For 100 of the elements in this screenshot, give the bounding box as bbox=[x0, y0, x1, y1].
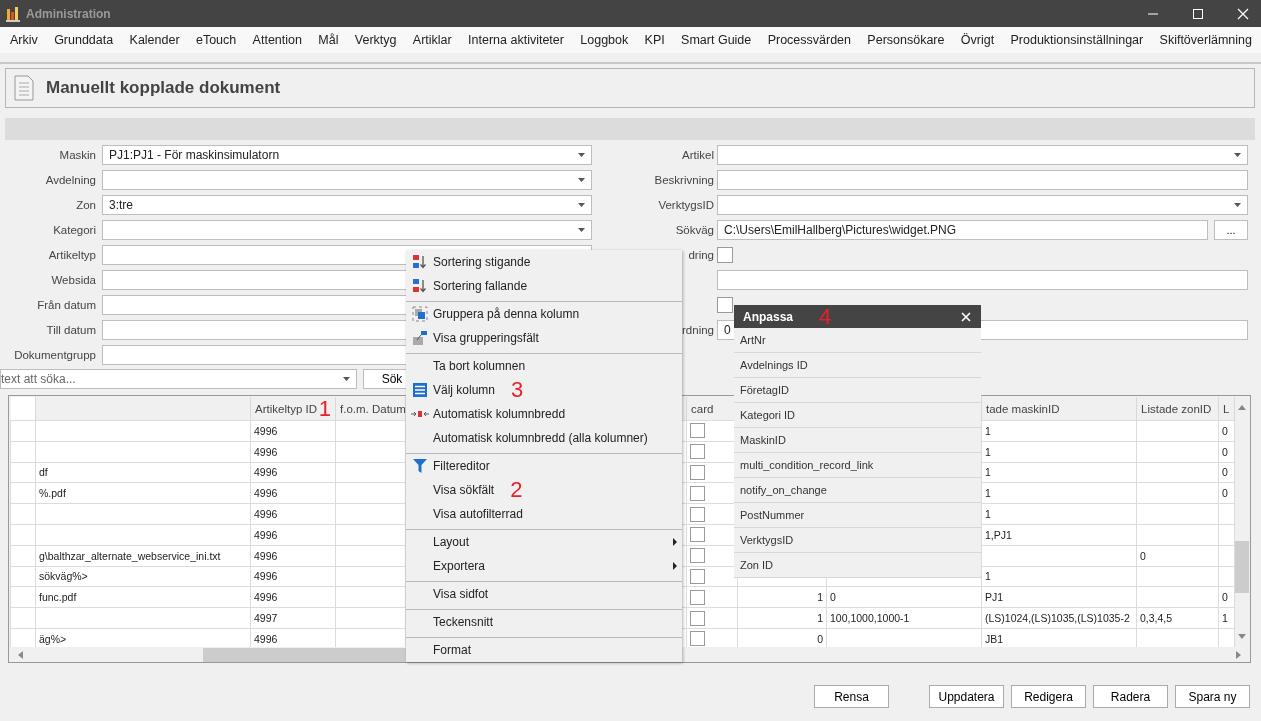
browse-button[interactable]: ... bbox=[1214, 219, 1248, 240]
checkbox[interactable] bbox=[717, 296, 733, 313]
menu-item[interactable]: Visa sökfält 2 bbox=[406, 478, 682, 502]
column-list-item[interactable]: VerktygsID bbox=[734, 528, 981, 553]
group-panel-icon bbox=[411, 330, 428, 346]
menu-item[interactable]: Teckensnitt bbox=[406, 610, 682, 634]
checkbox[interactable] bbox=[690, 485, 705, 501]
menu-item[interactable]: Interna aktiviteter bbox=[465, 33, 567, 47]
menu-item[interactable]: Filtereditor bbox=[406, 454, 682, 478]
menu-item[interactable]: Automatisk kolumnbredd bbox=[406, 402, 682, 426]
checkbox[interactable] bbox=[690, 423, 705, 439]
scrollbar-thumb[interactable] bbox=[1235, 541, 1249, 593]
checkbox[interactable] bbox=[690, 444, 705, 460]
column-list-item[interactable]: ArtNr bbox=[734, 328, 981, 353]
input-field[interactable]: C:\Users\EmilHallberg\Pictures\widget.PNG bbox=[717, 219, 1208, 240]
checkbox[interactable] bbox=[690, 610, 705, 626]
menu-item[interactable]: Produktionsinställningar bbox=[1007, 33, 1147, 47]
scroll-down-icon[interactable] bbox=[1238, 634, 1246, 639]
menu-item[interactable]: KPI bbox=[641, 33, 668, 47]
caret-icon bbox=[578, 202, 585, 207]
checkbox[interactable] bbox=[690, 568, 705, 584]
column-header[interactable]: tade maskinID bbox=[981, 397, 1137, 421]
scroll-left-icon[interactable] bbox=[18, 651, 23, 659]
checkbox[interactable] bbox=[690, 465, 705, 480]
field-label: Zon bbox=[75, 198, 97, 211]
action-button[interactable]: Spara ny bbox=[1175, 685, 1250, 708]
checkbox[interactable] bbox=[690, 631, 705, 647]
caret-icon bbox=[1234, 152, 1241, 157]
checkbox[interactable] bbox=[690, 527, 705, 543]
menu-item[interactable]: Layout bbox=[406, 530, 682, 554]
column-list-item[interactable]: multi_condition_record_link bbox=[734, 453, 981, 478]
maximize-icon[interactable] bbox=[1192, 7, 1204, 20]
menu-item[interactable]: eTouch bbox=[192, 33, 240, 47]
menu-item[interactable]: Visa sidfot bbox=[406, 582, 682, 606]
scroll-up-icon[interactable] bbox=[1238, 405, 1246, 410]
menu-item[interactable]: Artiklar bbox=[409, 33, 455, 47]
table-cell: 4996 bbox=[254, 632, 278, 645]
menu-item[interactable]: Loggbok bbox=[577, 33, 632, 47]
column-list-item[interactable]: Avdelnings ID bbox=[734, 353, 981, 378]
checkbox[interactable] bbox=[690, 589, 705, 605]
field-label: Beskrivning bbox=[653, 173, 715, 186]
table-cell: %.pdf bbox=[39, 487, 66, 500]
menu-item[interactable]: Attention bbox=[249, 33, 305, 47]
menu-item[interactable]: Grunddata bbox=[51, 33, 117, 47]
menu-item[interactable]: Verktyg bbox=[351, 33, 400, 47]
column-list-item[interactable]: Zon ID bbox=[734, 553, 981, 578]
table-cell: 1 bbox=[817, 591, 823, 604]
action-button[interactable]: Uppdatera bbox=[929, 685, 1004, 708]
caret-icon bbox=[343, 377, 350, 381]
field-label: Avdelning bbox=[44, 173, 97, 186]
menu-item[interactable]: Arkiv bbox=[7, 33, 41, 47]
menu-item[interactable]: Sortering stigande bbox=[406, 250, 682, 274]
column-list-item[interactable]: Kategori ID bbox=[734, 403, 981, 428]
checkbox[interactable] bbox=[690, 506, 705, 522]
close-icon[interactable] bbox=[961, 311, 971, 322]
column-list-item[interactable]: PostNummer bbox=[734, 503, 981, 528]
field-label: Till datum bbox=[45, 323, 97, 336]
menu-item[interactable]: Processvärden bbox=[764, 33, 854, 47]
search-field[interactable]: text att söka... bbox=[0, 369, 357, 389]
action-button[interactable]: Rensa bbox=[814, 685, 889, 708]
close-icon[interactable] bbox=[1237, 7, 1249, 20]
field-label: Dokumentgrupp bbox=[13, 348, 97, 361]
column-list-item[interactable]: MaskinID bbox=[734, 428, 981, 453]
menu-item[interactable]: Personsökare bbox=[864, 33, 948, 47]
caret-icon bbox=[1234, 202, 1241, 207]
dropdown-field[interactable] bbox=[102, 219, 592, 240]
menu-item[interactable]: Automatisk kolumnbredd (alla kolumner) bbox=[406, 426, 682, 450]
dropdown-field[interactable] bbox=[102, 169, 592, 190]
input-field[interactable] bbox=[717, 169, 1248, 190]
menu-item[interactable]: Skiftöverlämning bbox=[1156, 33, 1255, 47]
input-field[interactable] bbox=[717, 269, 1248, 290]
column-header[interactable]: Listade zonID bbox=[1136, 397, 1219, 421]
menu-item[interactable]: Övrigt bbox=[957, 33, 998, 47]
checkbox[interactable] bbox=[717, 246, 733, 263]
menu-item[interactable]: Visa grupperingsfält bbox=[406, 326, 682, 350]
dropdown-field[interactable] bbox=[717, 194, 1248, 215]
list-icon bbox=[412, 383, 427, 397]
menu-item[interactable]: Format bbox=[406, 638, 682, 662]
field-label: Från datum bbox=[36, 298, 97, 311]
checkbox[interactable] bbox=[690, 548, 705, 564]
column-list-item[interactable]: notify_on_change bbox=[734, 478, 981, 503]
menu-item[interactable]: Exportera bbox=[406, 554, 682, 578]
action-button[interactable]: Radera bbox=[1093, 685, 1168, 708]
scroll-right-icon[interactable] bbox=[1236, 651, 1241, 659]
table-cell: 4996 bbox=[254, 570, 278, 583]
menu-item[interactable]: Gruppera på denna kolumn bbox=[406, 302, 682, 326]
table-cell: 1 bbox=[985, 508, 991, 521]
menu-item[interactable]: Smart Guide bbox=[678, 33, 755, 47]
table-cell: 1 bbox=[1222, 612, 1228, 625]
table-cell: 1 bbox=[817, 612, 823, 625]
menu-item[interactable]: Kalender bbox=[126, 33, 183, 47]
dropdown-field[interactable]: PJ1:PJ1 - För maskinsimulatorn bbox=[102, 144, 592, 165]
column-list-item[interactable]: FöretagID bbox=[734, 378, 981, 403]
action-button[interactable]: Redigera bbox=[1011, 685, 1086, 708]
menu-item[interactable]: Sortering fallande bbox=[406, 274, 682, 298]
menu-item[interactable]: Mål bbox=[315, 33, 342, 47]
panel-title: Manuellt kopplade dokument bbox=[46, 78, 281, 98]
dropdown-field[interactable] bbox=[717, 144, 1248, 165]
column-header[interactable]: f.o.m. Datum bbox=[335, 397, 406, 421]
dropdown-field[interactable]: 3:tre bbox=[102, 194, 592, 215]
